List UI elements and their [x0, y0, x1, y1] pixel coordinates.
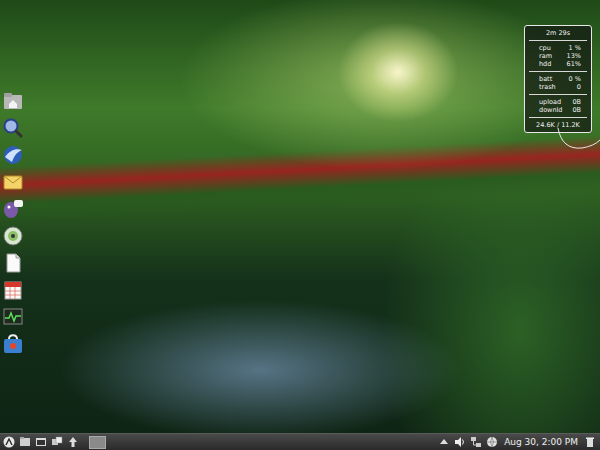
conky-row: trash 0 [539, 83, 581, 91]
conky-label: trash [539, 83, 556, 91]
conky-label: downld [539, 106, 562, 114]
taskbar-button[interactable] [19, 436, 31, 448]
file-manager-icon [19, 436, 31, 448]
conky-value: 0 [577, 83, 581, 91]
taskbar-clock[interactable]: Aug 30, 2:00 PM [502, 437, 580, 447]
tray-button[interactable] [454, 436, 466, 448]
desktop-screen: 2m 29s cpu 1 % ram 13% hdd 61% batt 0 % trash 0 upl… [0, 0, 600, 450]
dock-item[interactable] [1, 117, 25, 139]
network-icon [470, 436, 482, 448]
software-center-icon [2, 333, 24, 355]
conky-label: ram [539, 52, 552, 60]
conky-row: downld 0B [539, 106, 581, 114]
conky-value: 1 % [569, 44, 581, 52]
dock-item[interactable] [1, 90, 25, 112]
conky-value: 13% [567, 52, 581, 60]
conky-label: hdd [539, 60, 551, 68]
conky-label: batt [539, 75, 552, 83]
mail-icon [2, 171, 24, 193]
conky-row: upload 0B [539, 98, 581, 106]
tray-button[interactable] [470, 436, 482, 448]
conky-group: cpu 1 % ram 13% hdd 61% [529, 40, 587, 71]
dock-item[interactable] [1, 279, 25, 301]
conky-label: upload [539, 98, 561, 106]
taskbar-button[interactable] [35, 436, 47, 448]
conky-label: cpu [539, 44, 551, 52]
terminal-icon [35, 436, 47, 448]
conky-row: batt 0 % [539, 75, 581, 83]
dock-item[interactable] [1, 225, 25, 247]
conky-group: batt 0 % trash 0 [529, 71, 587, 94]
workspace-pager[interactable] [89, 436, 106, 449]
document-icon [2, 252, 24, 274]
volume-icon [454, 436, 466, 448]
trash-button[interactable] [584, 436, 596, 448]
conky-tail-icon [556, 126, 600, 156]
conky-traffic: 24.6K / 11.2K [529, 117, 587, 129]
notification-arrow-icon [438, 436, 450, 448]
conky-uptime: 2m 29s [525, 28, 591, 40]
start-menu-icon [3, 436, 15, 448]
disc-icon [2, 225, 24, 247]
system-monitor-icon [2, 306, 24, 328]
tray-button[interactable] [486, 436, 498, 448]
dock-item[interactable] [1, 306, 25, 328]
trash-icon [584, 436, 596, 448]
conky-value: 61% [567, 60, 581, 68]
conky-row: cpu 1 % [539, 44, 581, 52]
desktop-wallpaper: 2m 29s cpu 1 % ram 13% hdd 61% batt 0 % trash 0 upl… [0, 0, 600, 433]
dock-item[interactable] [1, 198, 25, 220]
dock-item[interactable] [1, 252, 25, 274]
taskbar-button[interactable] [67, 436, 79, 448]
system-tray: Aug 30, 2:00 PM [438, 436, 596, 448]
chat-icon [2, 198, 24, 220]
dock-item[interactable] [1, 171, 25, 193]
conky-group: upload 0B downld 0B [529, 94, 587, 117]
upload-icon [67, 436, 79, 448]
conky-value: 0 % [569, 75, 581, 83]
home-icon [2, 90, 24, 112]
globe-icon [486, 436, 498, 448]
tray-button[interactable] [438, 436, 450, 448]
dock-item[interactable] [1, 144, 25, 166]
app-dock [0, 90, 25, 355]
calendar-icon [2, 279, 24, 301]
search-icon [2, 117, 24, 139]
dock-item[interactable] [1, 333, 25, 355]
conky-row: hdd 61% [539, 60, 581, 68]
conky-widget: 2m 29s cpu 1 % ram 13% hdd 61% batt 0 % trash 0 upl… [524, 25, 592, 133]
conky-value: 0B [572, 106, 581, 114]
taskbar: Aug 30, 2:00 PM [0, 433, 600, 450]
taskbar-button[interactable] [51, 436, 63, 448]
taskbar-button[interactable] [3, 436, 15, 448]
thunderbird-icon [2, 144, 24, 166]
conky-value: 0B [572, 98, 581, 106]
windows-icon [51, 436, 63, 448]
taskbar-launchers [3, 436, 106, 449]
conky-row: ram 13% [539, 52, 581, 60]
